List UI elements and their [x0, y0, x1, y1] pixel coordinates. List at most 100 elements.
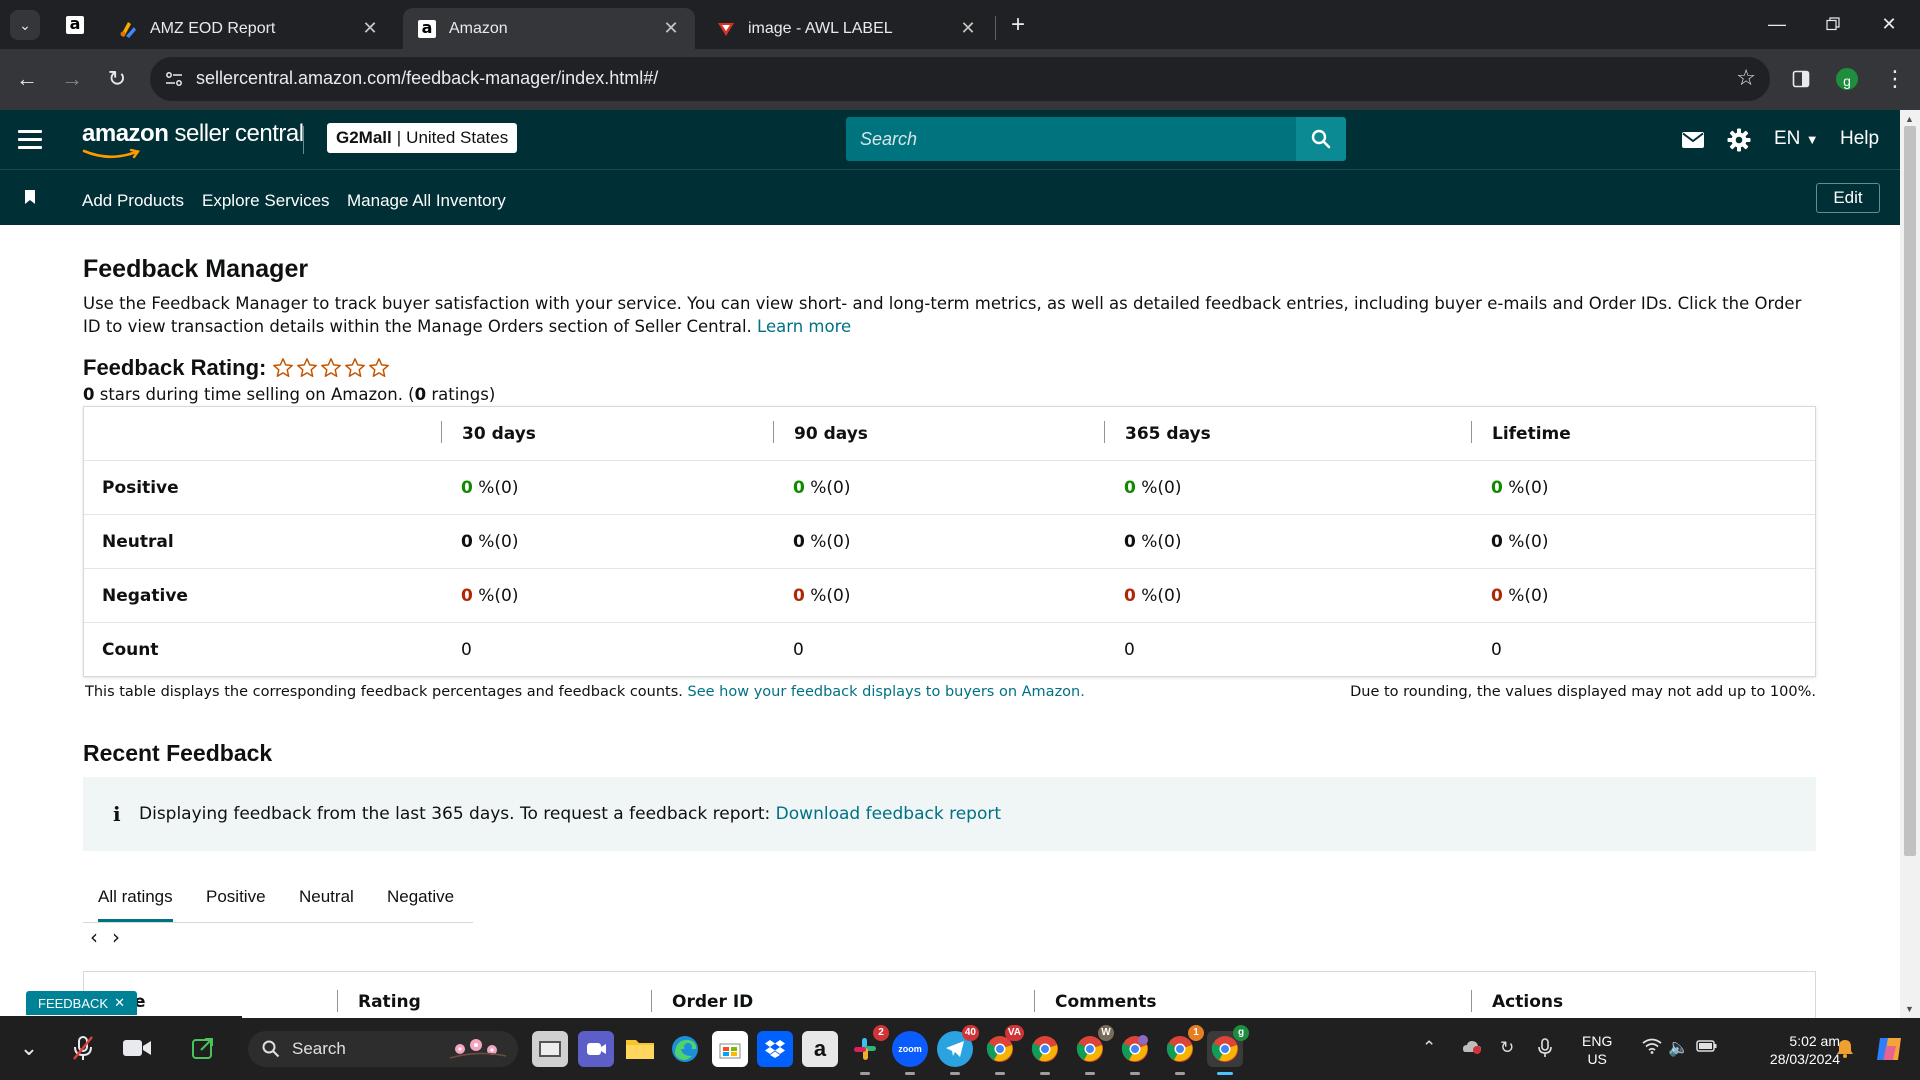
back-button[interactable]: ← [10, 62, 44, 96]
zoom-app-icon[interactable]: zoom [892, 1031, 928, 1075]
chevron-down-icon: ⌄ [19, 16, 31, 33]
intro-text: Use the Feedback Manager to track buyer … [83, 292, 1818, 338]
video-camera-icon[interactable] [120, 1034, 154, 1062]
nav-manage-all-inventory[interactable]: Manage All Inventory [347, 191, 506, 211]
chrome-profile-g-icon[interactable]: g [1207, 1025, 1249, 1075]
scroll-up-icon[interactable]: ▲ [1905, 114, 1914, 124]
amazon-app-icon[interactable]: a [802, 1031, 838, 1067]
tab-separator [995, 16, 996, 40]
taskbar-search[interactable]: Search [248, 1031, 518, 1067]
star-icon [297, 358, 318, 377]
neutral-lifetime: 0 %(0) [1491, 532, 1549, 552]
nav-explore-services[interactable]: Explore Services [202, 191, 330, 211]
taskbar-clock[interactable]: 5:02 am 28/03/2024 [1732, 1032, 1840, 1068]
hamburger-menu-icon[interactable] [18, 130, 42, 150]
chevron-left-icon[interactable]: ‹ [90, 925, 98, 949]
browser-toolbar: ← → ↻ sellercentral.amazon.com/feedback-… [0, 49, 1920, 110]
task-view-icon[interactable] [532, 1031, 568, 1067]
microsoft-store-icon[interactable] [712, 1031, 748, 1067]
tab-negative[interactable]: Negative [387, 887, 454, 907]
scroll-down-icon[interactable]: ▼ [1905, 1004, 1914, 1014]
close-tab-icon[interactable]: ✕ [661, 18, 681, 39]
site-info-icon[interactable] [162, 67, 186, 91]
edge-browser-icon[interactable] [667, 1031, 703, 1067]
edit-nav-button[interactable]: Edit [1816, 183, 1880, 213]
new-tab-button[interactable]: + [1004, 12, 1032, 40]
tab-search-button[interactable]: ⌄ [10, 10, 40, 40]
reload-button[interactable]: ↻ [100, 62, 134, 96]
tab-title: image - AWL LABEL [748, 19, 893, 37]
chevron-down-icon[interactable]: ⌄ [12, 1034, 46, 1062]
volume-icon[interactable]: 🔈 [1668, 1038, 1689, 1058]
telegram-icon[interactable]: 40 [937, 1025, 979, 1075]
table-row-positive: Positive 0 %(0) 0 %(0) 0 %(0) 0 %(0) [84, 460, 1815, 514]
notification-bell-icon[interactable] [1836, 1038, 1854, 1063]
page-scrollbar[interactable]: ▲ ▼ [1900, 110, 1920, 1018]
more-menu-icon[interactable]: ⋮ [1880, 62, 1910, 96]
minimize-button[interactable]: — [1754, 8, 1800, 40]
chrome-profile-va-icon[interactable]: VA [982, 1025, 1024, 1075]
dropbox-icon[interactable] [757, 1031, 793, 1067]
rounding-note: Due to rounding, the values displayed ma… [1350, 684, 1816, 700]
profile-avatar[interactable]: g [1834, 66, 1860, 92]
tab-positive[interactable]: Positive [206, 887, 266, 907]
close-icon[interactable]: ✕ [114, 995, 125, 1011]
chevron-up-icon[interactable]: ⌃ [1422, 1038, 1436, 1058]
address-bar[interactable]: sellercentral.amazon.com/feedback-manage… [150, 57, 1770, 101]
slack-icon[interactable]: 2 [847, 1025, 889, 1075]
row-label: Count [102, 640, 159, 660]
column-divider [651, 990, 652, 1012]
chrome-profile-w-icon[interactable]: W [1072, 1025, 1114, 1075]
close-tab-icon[interactable]: ✕ [360, 18, 380, 39]
chrome-profile-purple-icon[interactable] [1117, 1031, 1153, 1075]
battery-icon[interactable] [1696, 1038, 1718, 1058]
restore-button[interactable] [1810, 8, 1856, 40]
search-input[interactable]: Search [846, 117, 1296, 161]
amazon-seller-central-logo[interactable]: amazon seller central [82, 120, 304, 160]
info-icon: i [113, 802, 121, 826]
input-language[interactable]: ENG US [1582, 1032, 1612, 1068]
teams-icon[interactable] [578, 1031, 614, 1067]
copilot-icon[interactable] [1874, 1034, 1904, 1069]
search-button[interactable] [1296, 117, 1346, 161]
col-actions: Actions [1492, 992, 1564, 1012]
help-link[interactable]: Help [1840, 128, 1879, 150]
close-window-button[interactable]: ✕ [1866, 8, 1912, 40]
store-picker[interactable]: G2Mall | United States [327, 123, 518, 153]
learn-more-link[interactable]: Learn more [757, 317, 851, 336]
wifi-icon[interactable] [1642, 1038, 1662, 1059]
sync-icon[interactable]: ↻ [1500, 1038, 1514, 1058]
logo-divider [303, 126, 304, 154]
download-feedback-report-link[interactable]: Download feedback report [776, 804, 1001, 824]
pinned-tab-amazon[interactable]: a [58, 8, 92, 42]
rating-summary-mid: stars during time selling on Amazon. ( [94, 385, 415, 404]
page-title: Feedback Manager [83, 255, 309, 283]
settings-gear-icon[interactable] [1726, 127, 1752, 153]
language-selector[interactable]: EN ▼ [1774, 128, 1819, 150]
chevron-right-icon[interactable]: › [112, 925, 120, 949]
close-tab-icon[interactable]: ✕ [958, 18, 978, 39]
column-divider [1471, 421, 1472, 443]
file-explorer-icon[interactable] [622, 1031, 658, 1067]
bookmark-icon[interactable] [24, 190, 36, 209]
count-30: 0 [461, 640, 472, 660]
nav-add-products[interactable]: Add Products [82, 191, 184, 211]
chrome-icon[interactable] [1027, 1031, 1063, 1075]
tab-all-ratings[interactable]: All ratings [98, 887, 173, 922]
microphone-icon[interactable] [1538, 1038, 1552, 1063]
scrollbar-thumb[interactable] [1904, 126, 1916, 856]
side-panel-button[interactable] [1786, 62, 1816, 96]
tab-amazon[interactable]: a Amazon ✕ [403, 8, 695, 49]
feedback-display-link[interactable]: See how your feedback displays to buyers… [688, 684, 1085, 700]
chrome-profile-1-icon[interactable]: 1 [1162, 1025, 1204, 1075]
onedrive-icon[interactable] [1460, 1038, 1482, 1059]
tab-amz-eod-report[interactable]: AMZ EOD Report ✕ [104, 8, 394, 49]
tab-neutral[interactable]: Neutral [299, 887, 354, 907]
tab-awl-label[interactable]: image - AWL LABEL ✕ [702, 8, 992, 49]
bookmark-star-icon[interactable]: ☆ [1736, 65, 1756, 91]
forward-button[interactable]: → [55, 62, 89, 96]
messages-icon[interactable] [1680, 127, 1706, 153]
feedback-widget-tab[interactable]: FEEDBACK ✕ [26, 991, 137, 1015]
share-screen-icon[interactable] [186, 1034, 220, 1062]
microphone-muted-icon[interactable] [66, 1034, 100, 1062]
